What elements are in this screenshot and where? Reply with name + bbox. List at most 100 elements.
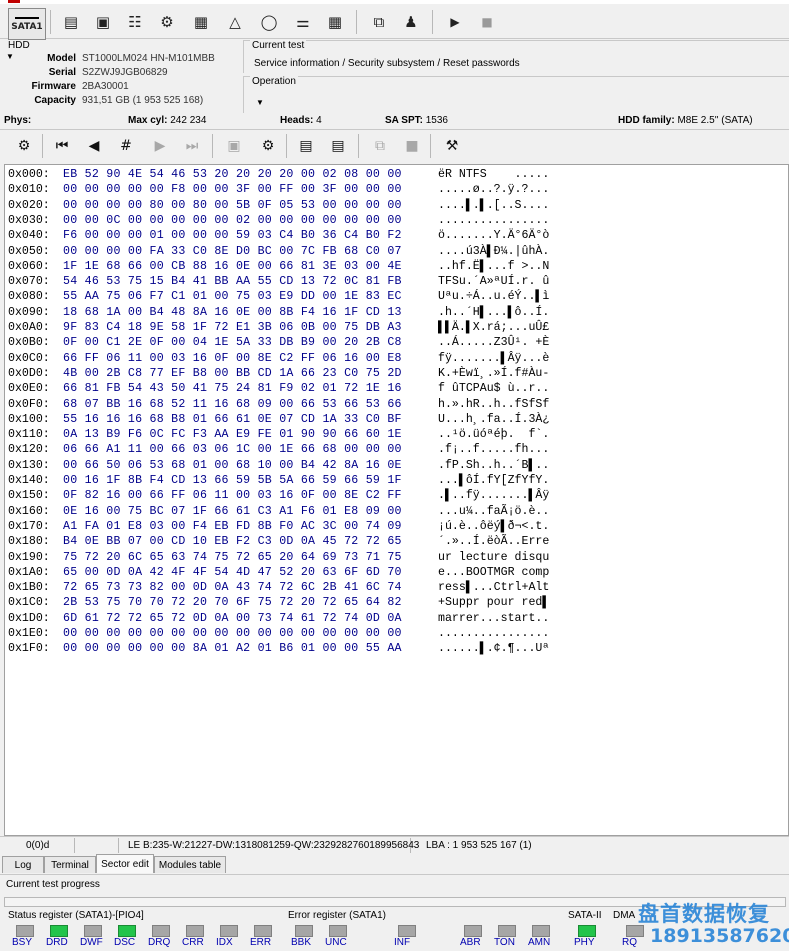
hex-ascii[interactable]: ......▌.¢.¶...Uª xyxy=(438,641,549,656)
hex-bytes[interactable]: 00 00 00 00 FA 33 C0 8E D0 BC 00 7C FB 6… xyxy=(63,244,402,259)
hex-bytes[interactable]: 00 00 00 00 80 00 80 00 5B 0F 05 53 00 0… xyxy=(63,198,402,213)
hex-bytes[interactable]: 00 00 00 00 00 F8 00 00 3F 00 FF 00 3F 0… xyxy=(63,182,402,197)
hex-bytes[interactable]: F6 00 00 00 01 00 00 00 59 03 C4 B0 36 C… xyxy=(63,228,402,243)
hex-row[interactable]: 0x020: 00 00 00 00 80 00 80 00 5B 0F 05 5… xyxy=(8,198,549,213)
chip-button[interactable]: ▦ xyxy=(188,10,214,34)
hex-ascii[interactable]: ....▌.▌.[..S.... xyxy=(438,198,549,213)
hex-ascii[interactable]: TFSu.´A»ªUÍ.r. û xyxy=(438,274,549,289)
hex-row[interactable]: 0x170: A1 FA 01 E8 03 00 F4 EB FD 8B F0 A… xyxy=(8,519,549,534)
hex-ascii[interactable]: marrer...start.. xyxy=(438,611,549,626)
hex-row[interactable]: 0x100: 55 16 16 16 68 B8 01 66 61 0E 07 C… xyxy=(8,412,549,427)
hex-row[interactable]: 0x0F0: 68 07 BB 16 68 52 11 16 68 09 00 6… xyxy=(8,397,549,412)
grid-table-button[interactable]: ▦ xyxy=(322,10,348,34)
hex-row[interactable]: 0x180: B4 0E BB 07 00 CD 10 EB F2 C3 0D 0… xyxy=(8,534,549,549)
hex-ascii[interactable]: U...h¸.fa..Í.3À¿ xyxy=(438,412,549,427)
hex-row[interactable]: 0x060: 1F 1E 68 66 00 CB 88 16 0E 00 66 8… xyxy=(8,259,549,274)
hex-row[interactable]: 0x0E0: 66 81 FB 54 43 50 41 75 24 81 F9 0… xyxy=(8,381,549,396)
hex-row[interactable]: 0x070: 54 46 53 75 15 B4 41 BB AA 55 CD 1… xyxy=(8,274,549,289)
hex-ascii[interactable]: ress▌...Ctrl+Alt xyxy=(438,580,549,595)
hex-row[interactable]: 0x050: 00 00 00 00 FA 33 C0 8E D0 BC 00 7… xyxy=(8,244,549,259)
hex-bytes[interactable]: 75 72 20 6C 65 63 74 75 72 65 20 64 69 7… xyxy=(63,550,402,565)
hex-row[interactable]: 0x010: 00 00 00 00 00 F8 00 00 3F 00 FF 0… xyxy=(8,182,549,197)
hex-ascii[interactable]: ¡ú.è..ôëý▌ð¬<.t. xyxy=(438,519,549,534)
hex-ascii[interactable]: ..hf.Ë▌...f >..N xyxy=(438,259,549,274)
hex-ascii[interactable]: h.».hR..h..fSfSf xyxy=(438,397,549,412)
hex-row[interactable]: 0x040: F6 00 00 00 01 00 00 00 59 03 C4 B… xyxy=(8,228,549,243)
hex-bytes[interactable]: B4 0E BB 07 00 CD 10 EB F2 C3 0D 0A 45 7… xyxy=(63,534,402,549)
hex-ascii[interactable]: e...BOOTMGR comp xyxy=(438,565,549,580)
hex-bytes[interactable]: 66 81 FB 54 43 50 41 75 24 81 F9 02 01 7… xyxy=(63,381,402,396)
hex-row[interactable]: 0x110: 0A 13 B9 F6 0C FC F3 AA E9 FE 01 9… xyxy=(8,427,549,442)
tools-button[interactable]: ⚒ xyxy=(440,134,464,158)
head-map-button[interactable]: ⚌ xyxy=(290,10,316,34)
next-sector-button[interactable]: ▶ xyxy=(148,134,172,158)
hex-ascii[interactable]: ö.......Y.Ä°6Ä°ò xyxy=(438,228,549,243)
hex-ascii[interactable]: ´.»..Í.ëòÃ..Erre xyxy=(438,534,549,549)
hex-row[interactable]: 0x0B0: 0F 00 C1 2E 0F 00 04 1E 5A 33 DB B… xyxy=(8,335,549,350)
hex-bytes[interactable]: 0E 16 00 75 BC 07 1F 66 61 C3 A1 F6 01 E… xyxy=(63,504,402,519)
copy-button[interactable]: ⧉ xyxy=(368,134,392,158)
hex-row[interactable]: 0x160: 0E 16 00 75 BC 07 1F 66 61 C3 A1 F… xyxy=(8,504,549,519)
hex-row[interactable]: 0x090: 18 68 1A 00 B4 48 8A 16 0E 00 8B F… xyxy=(8,305,549,320)
hex-row[interactable]: 0x1F0: 00 00 00 00 00 00 8A 01 A2 01 B6 0… xyxy=(8,641,549,656)
hex-bytes[interactable]: 55 16 16 16 68 B8 01 66 61 0E 07 CD 1A 3… xyxy=(63,412,402,427)
hex-ascii[interactable]: ëR NTFS ..... xyxy=(438,167,549,182)
hex-bytes[interactable]: 0F 82 16 00 66 FF 06 11 00 03 16 0F 00 8… xyxy=(63,488,402,503)
hex-bytes[interactable]: 6D 61 72 72 65 72 0D 0A 00 73 74 61 72 7… xyxy=(63,611,402,626)
hex-row[interactable]: 0x1E0: 00 00 00 00 00 00 00 00 00 00 00 0… xyxy=(8,626,549,641)
hex-row[interactable]: 0x080: 55 AA 75 06 F7 C1 01 00 75 03 E9 D… xyxy=(8,289,549,304)
sata-port-button[interactable]: SATA1 xyxy=(8,8,46,40)
hex-ascii[interactable]: K.+Èwï¸.»Í.f#Àu- xyxy=(438,366,549,381)
hex-bytes[interactable]: 18 68 1A 00 B4 48 8A 16 0E 00 8B F4 16 1… xyxy=(63,305,402,320)
hex-bytes[interactable]: 00 16 1F 8B F4 CD 13 66 59 5B 5A 66 59 6… xyxy=(63,473,402,488)
hex-ascii[interactable]: ...u¼..faÃ¡ö.è.. xyxy=(438,504,549,519)
tab-modules-table[interactable]: Modules table xyxy=(154,856,226,873)
hex-ascii[interactable]: .fP.Sh..h..´B▌.. xyxy=(438,458,549,473)
hex-bytes[interactable]: 9F 83 C4 18 9E 58 1F 72 E1 3B 06 0B 00 7… xyxy=(63,320,402,335)
hex-row[interactable]: 0x1D0: 6D 61 72 72 65 72 0D 0A 00 73 74 6… xyxy=(8,611,549,626)
hex-bytes[interactable]: 65 00 0D 0A 42 4F 4F 54 4D 47 52 20 63 6… xyxy=(63,565,402,580)
hex-ascii[interactable]: Uªu.÷Á..u.éÝ..▌ì xyxy=(438,289,549,304)
graph-button[interactable]: △ xyxy=(222,10,248,34)
hex-bytes[interactable]: 00 00 00 00 00 00 00 00 00 00 00 00 00 0… xyxy=(63,626,402,641)
hex-ascii[interactable]: +Suppr pour red▌ xyxy=(438,595,549,610)
hex-bytes[interactable]: 54 46 53 75 15 B4 41 BB AA 55 CD 13 72 0… xyxy=(63,274,402,289)
prev-sector-button[interactable]: ◀ xyxy=(82,134,106,158)
hex-ascii[interactable]: ...▌ôÍ.fY[ZfYfY. xyxy=(438,473,549,488)
hex-row[interactable]: 0x130: 00 66 50 06 53 68 01 00 68 10 00 B… xyxy=(8,458,549,473)
hex-row[interactable]: 0x030: 00 00 0C 00 00 00 00 00 02 00 00 0… xyxy=(8,213,549,228)
hex-bytes[interactable]: 66 FF 06 11 00 03 16 0F 00 8E C2 FF 06 1… xyxy=(63,351,402,366)
hex-ascii[interactable]: fÿ.......▌Âÿ...è xyxy=(438,351,549,366)
hex-ascii[interactable]: ur lecture disqu xyxy=(438,550,549,565)
paste-button[interactable]: ■ xyxy=(400,134,424,158)
hex-bytes[interactable]: EB 52 90 4E 54 46 53 20 20 20 20 00 02 0… xyxy=(63,167,402,182)
hex-bytes[interactable]: 72 65 73 73 82 00 0D 0A 43 74 72 6C 2B 4… xyxy=(63,580,402,595)
hex-bytes[interactable]: A1 FA 01 E8 03 00 F4 EB FD 8B F0 AC 3C 0… xyxy=(63,519,402,534)
settings-button[interactable]: ⚙ xyxy=(154,10,180,34)
hex-row[interactable]: 0x0A0: 9F 83 C4 18 9E 58 1F 72 E1 3B 06 0… xyxy=(8,320,549,335)
smart-button[interactable]: ☷ xyxy=(122,10,148,34)
hex-bytes[interactable]: 00 00 0C 00 00 00 00 00 02 00 00 00 00 0… xyxy=(63,213,402,228)
hex-ascii[interactable]: .▌..fÿ.......▌Âÿ xyxy=(438,488,549,503)
hex-row[interactable]: 0x1A0: 65 00 0D 0A 42 4F 4F 54 4D 47 52 2… xyxy=(8,565,549,580)
hex-bytes[interactable]: 2B 53 75 70 70 72 20 70 6F 75 72 20 72 6… xyxy=(63,595,402,610)
hex-ascii[interactable]: ................ xyxy=(438,213,549,228)
hex-row[interactable]: 0x1B0: 72 65 73 73 82 00 0D 0A 43 74 72 6… xyxy=(8,580,549,595)
hex-bytes[interactable]: 68 07 BB 16 68 52 11 16 68 09 00 66 53 6… xyxy=(63,397,402,412)
hex-row[interactable]: 0x0C0: 66 FF 06 11 00 03 16 0F 00 8E C2 F… xyxy=(8,351,549,366)
hex-ascii[interactable]: ..¹ö.üóªéþ. f`. xyxy=(438,427,549,442)
hex-bytes[interactable]: 1F 1E 68 66 00 CB 88 16 0E 00 66 81 3E 0… xyxy=(63,259,402,274)
copy-windows-button[interactable]: ⧉ xyxy=(366,10,392,34)
hex-row[interactable]: 0x0D0: 4B 00 2B C8 77 EF B8 00 BB CD 1A 6… xyxy=(8,366,549,381)
drive-info-button[interactable]: ▣ xyxy=(90,10,116,34)
hex-bytes[interactable]: 4B 00 2B C8 77 EF B8 00 BB CD 1A 66 23 C… xyxy=(63,366,402,381)
hex-row[interactable]: 0x120: 06 66 A1 11 00 66 03 06 1C 00 1E 6… xyxy=(8,442,549,457)
write-sector-button[interactable]: ⚙ xyxy=(256,134,280,158)
hex-bytes[interactable]: 55 AA 75 06 F7 C1 01 00 75 03 E9 DD 00 1… xyxy=(63,289,402,304)
operation-dropdown-icon[interactable]: ▼ xyxy=(256,98,264,107)
tab-sector-edit[interactable]: Sector edit xyxy=(96,854,154,873)
tab-log[interactable]: Log xyxy=(2,856,44,873)
disk-button[interactable]: ◯ xyxy=(256,10,282,34)
hex-ascii[interactable]: ................ xyxy=(438,626,549,641)
hex-ascii[interactable]: .f¡..f.....fh... xyxy=(438,442,549,457)
